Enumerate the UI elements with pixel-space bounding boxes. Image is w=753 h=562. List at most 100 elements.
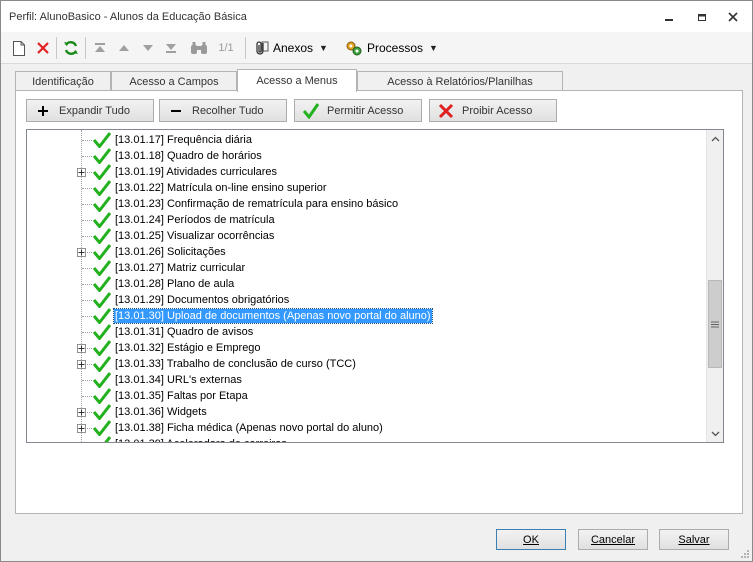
tab-label: Identificação (32, 75, 94, 88)
tree-item-label: [13.01.28] Plano de aula (115, 278, 235, 290)
refresh-button[interactable] (62, 37, 80, 59)
search-button[interactable] (189, 37, 209, 59)
restore-icon (698, 14, 706, 21)
green-check-icon (303, 102, 319, 119)
vertical-scrollbar[interactable] (706, 130, 723, 442)
resize-grip-icon[interactable] (740, 549, 750, 559)
tree-row[interactable]: [13.01.18] Quadro de horários (27, 148, 707, 164)
scrollbar-thumb[interactable] (708, 280, 722, 368)
ok-button[interactable]: OK (496, 529, 566, 550)
menu-tree[interactable]: [13.01.17] Frequência diária [13.01.18] Q… (26, 129, 724, 443)
tree-row[interactable]: [13.01.39] Aceleradora de carreiras (27, 436, 707, 442)
save-label: Salvar (678, 533, 710, 546)
expand-node-icon[interactable] (77, 424, 86, 433)
collapse-all-button[interactable]: Recolher Tudo (159, 99, 287, 122)
tree-item-label: [13.01.25] Visualizar ocorrências (115, 230, 275, 242)
minimize-button[interactable] (657, 7, 681, 27)
tree-row[interactable]: [13.01.26] Solicitações (27, 244, 707, 260)
new-button[interactable] (11, 37, 27, 59)
anexos-label: Anexos (273, 41, 314, 55)
tree-row[interactable]: [13.01.31] Quadro de avisos (27, 324, 707, 340)
tree-row[interactable]: [13.01.36] Widgets (27, 404, 707, 420)
tree-row[interactable]: [13.01.33] Trabalho de conclusão de curs… (27, 356, 707, 372)
tree-row[interactable]: [13.01.25] Visualizar ocorrências (27, 228, 707, 244)
green-check-icon (93, 180, 111, 196)
toolbar-separator (245, 37, 246, 59)
green-check-icon (93, 372, 111, 388)
tab-acesso-a-campos[interactable]: Acesso a Campos (111, 71, 237, 91)
grip-lines-icon (711, 321, 719, 327)
green-check-icon (93, 276, 111, 292)
tree-item-label: [13.01.26] Solicitações (115, 246, 226, 258)
tab-acesso-a-menus[interactable]: Acesso a Menus (237, 69, 357, 92)
cancel-label: Cancelar (590, 533, 636, 546)
cancel-button[interactable]: Cancelar (578, 529, 648, 550)
scroll-down-button[interactable] (707, 425, 723, 442)
minus-icon (168, 103, 184, 119)
processos-label: Processos (367, 41, 424, 55)
green-check-icon (93, 148, 111, 164)
tree-row[interactable]: [13.01.35] Faltas por Etapa (27, 388, 707, 404)
green-check-icon (93, 388, 111, 404)
toolbar-separator (85, 37, 86, 59)
tree-item-label: [13.01.29] Documentos obrigatórios (115, 294, 290, 306)
tree-row[interactable]: [13.01.23] Confirmação de rematrícula pa… (27, 196, 707, 212)
tab-identificacao[interactable]: Identificação (15, 71, 111, 91)
expand-node-icon[interactable] (77, 168, 86, 177)
tree-row[interactable]: [13.01.28] Plano de aula (27, 276, 707, 292)
tree-row[interactable]: [13.01.32] Estágio e Emprego (27, 340, 707, 356)
tree-connector (82, 284, 92, 285)
green-check-icon (93, 404, 111, 420)
processos-menu-button[interactable]: Processos ▼ (345, 37, 445, 59)
restore-button[interactable] (690, 7, 714, 27)
tree-row[interactable]: [13.01.22] Matrícula on-line ensino supe… (27, 180, 707, 196)
tree-connector (82, 236, 92, 237)
tree-row[interactable]: [13.01.27] Matriz curricular (27, 260, 707, 276)
tree-connector (82, 300, 92, 301)
tab-label: Acesso a Menus (256, 75, 338, 87)
delete-button[interactable] (35, 37, 51, 59)
anexos-menu-button[interactable]: Anexos ▼ (253, 37, 339, 59)
gears-icon (346, 41, 362, 56)
next-record-button[interactable] (140, 37, 156, 59)
save-button[interactable]: Salvar (659, 529, 729, 550)
binoculars-icon (191, 42, 207, 54)
tree-connector (82, 220, 92, 221)
allow-access-button[interactable]: Permitir Acesso (294, 99, 422, 122)
tree-row[interactable]: [13.01.38] Ficha médica (Apenas novo por… (27, 420, 707, 436)
deny-access-button[interactable]: Proibir Acesso (429, 99, 557, 122)
tree-row[interactable]: [13.01.17] Frequência diária (27, 132, 707, 148)
first-record-button[interactable] (92, 37, 108, 59)
tree-row[interactable]: [13.01.30] Upload de documentos (Apenas … (27, 308, 707, 324)
tree-row[interactable]: [13.01.34] URL's externas (27, 372, 707, 388)
allow-access-label: Permitir Acesso (327, 104, 404, 117)
green-check-icon (104, 436, 111, 442)
tree-row[interactable]: [13.01.19] Atividades curriculares (27, 164, 707, 180)
tab-acesso-a-relatorios[interactable]: Acesso à Relatórios/Planilhas (357, 71, 563, 91)
deny-access-label: Proibir Acesso (462, 104, 533, 117)
expand-node-icon[interactable] (77, 344, 86, 353)
first-icon (95, 43, 105, 52)
expand-all-button[interactable]: Expandir Tudo (26, 99, 154, 122)
previous-record-button[interactable] (116, 37, 132, 59)
expand-node-icon[interactable] (77, 360, 86, 369)
tree-row[interactable]: [13.01.29] Documentos obrigatórios (27, 292, 707, 308)
green-check-icon (93, 356, 111, 372)
expand-node-icon[interactable] (77, 248, 86, 257)
last-record-button[interactable] (163, 37, 179, 59)
scroll-up-button[interactable] (707, 130, 723, 147)
tree-connector (82, 380, 92, 381)
expand-node-icon[interactable] (77, 408, 86, 417)
tree-item-label: [13.01.24] Períodos de matrícula (115, 214, 275, 226)
tree-item-label: [13.01.32] Estágio e Emprego (115, 342, 261, 354)
paperclip-icon (256, 41, 269, 55)
green-check-icon (93, 260, 111, 276)
tree-item-label: [13.01.30] Upload de documentos (Apenas … (113, 308, 433, 324)
chevron-down-icon (711, 431, 720, 436)
page-indicator-text: 1/1 (218, 42, 234, 54)
refresh-icon (64, 41, 78, 55)
tree-row[interactable]: [13.01.24] Períodos de matrícula (27, 212, 707, 228)
tree-connector (82, 332, 92, 333)
close-window-button[interactable] (721, 7, 745, 27)
arrow-up-icon (119, 45, 129, 51)
